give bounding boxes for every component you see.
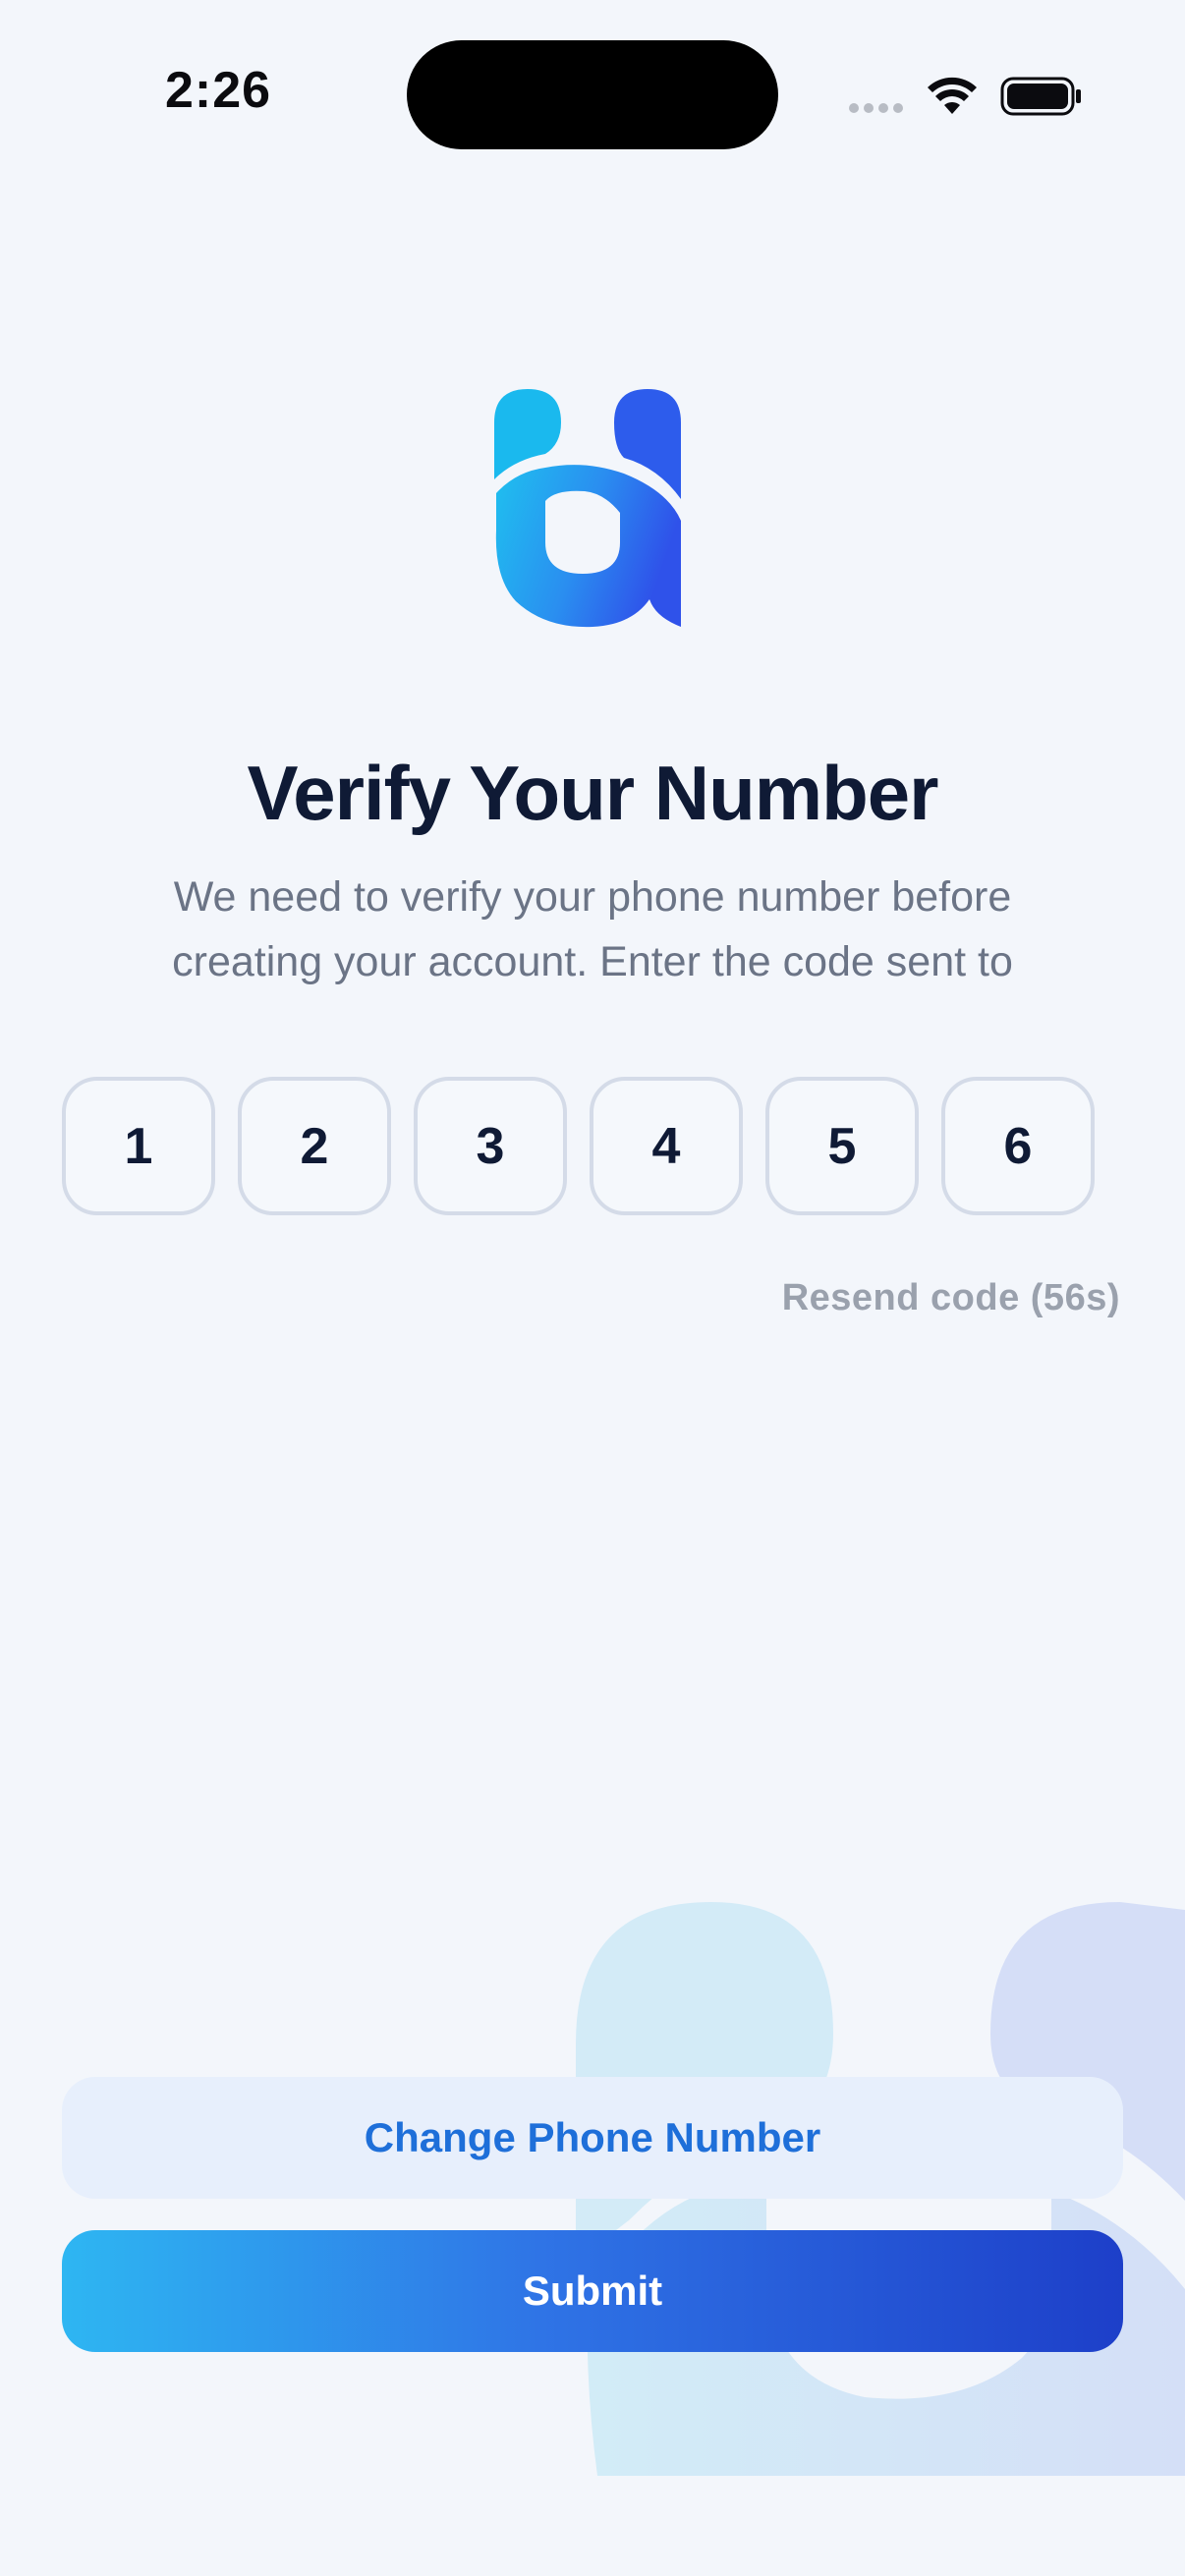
- dynamic-island: [407, 40, 778, 149]
- subtitle-line-2: creating your account. Enter the code se…: [172, 938, 1013, 985]
- cellular-signal-icon: [849, 103, 903, 113]
- otp-digit-5[interactable]: 5: [765, 1077, 919, 1215]
- status-bar: 2:26: [0, 0, 1185, 187]
- otp-digit-2[interactable]: 2: [238, 1077, 391, 1215]
- submit-button[interactable]: Submit: [62, 2230, 1123, 2352]
- status-time: 2:26: [165, 62, 272, 119]
- otp-digit-1[interactable]: 1: [62, 1077, 215, 1215]
- page-subtitle: We need to verify your phone number befo…: [101, 865, 1084, 994]
- subtitle-line-1: We need to verify your phone number befo…: [173, 873, 1012, 921]
- otp-digit-3[interactable]: 3: [414, 1077, 567, 1215]
- battery-icon: [1000, 77, 1081, 116]
- otp-input-group: 1 2 3 4 5 6: [62, 1077, 1095, 1215]
- page-title: Verify Your Number: [247, 750, 938, 836]
- otp-digit-6[interactable]: 6: [941, 1077, 1095, 1215]
- app-logo-icon: [494, 389, 681, 628]
- resend-code-link[interactable]: Resend code (56s): [782, 1277, 1120, 1319]
- change-phone-number-button[interactable]: Change Phone Number: [62, 2077, 1123, 2199]
- otp-digit-4[interactable]: 4: [590, 1077, 743, 1215]
- wifi-icon: [928, 77, 977, 114]
